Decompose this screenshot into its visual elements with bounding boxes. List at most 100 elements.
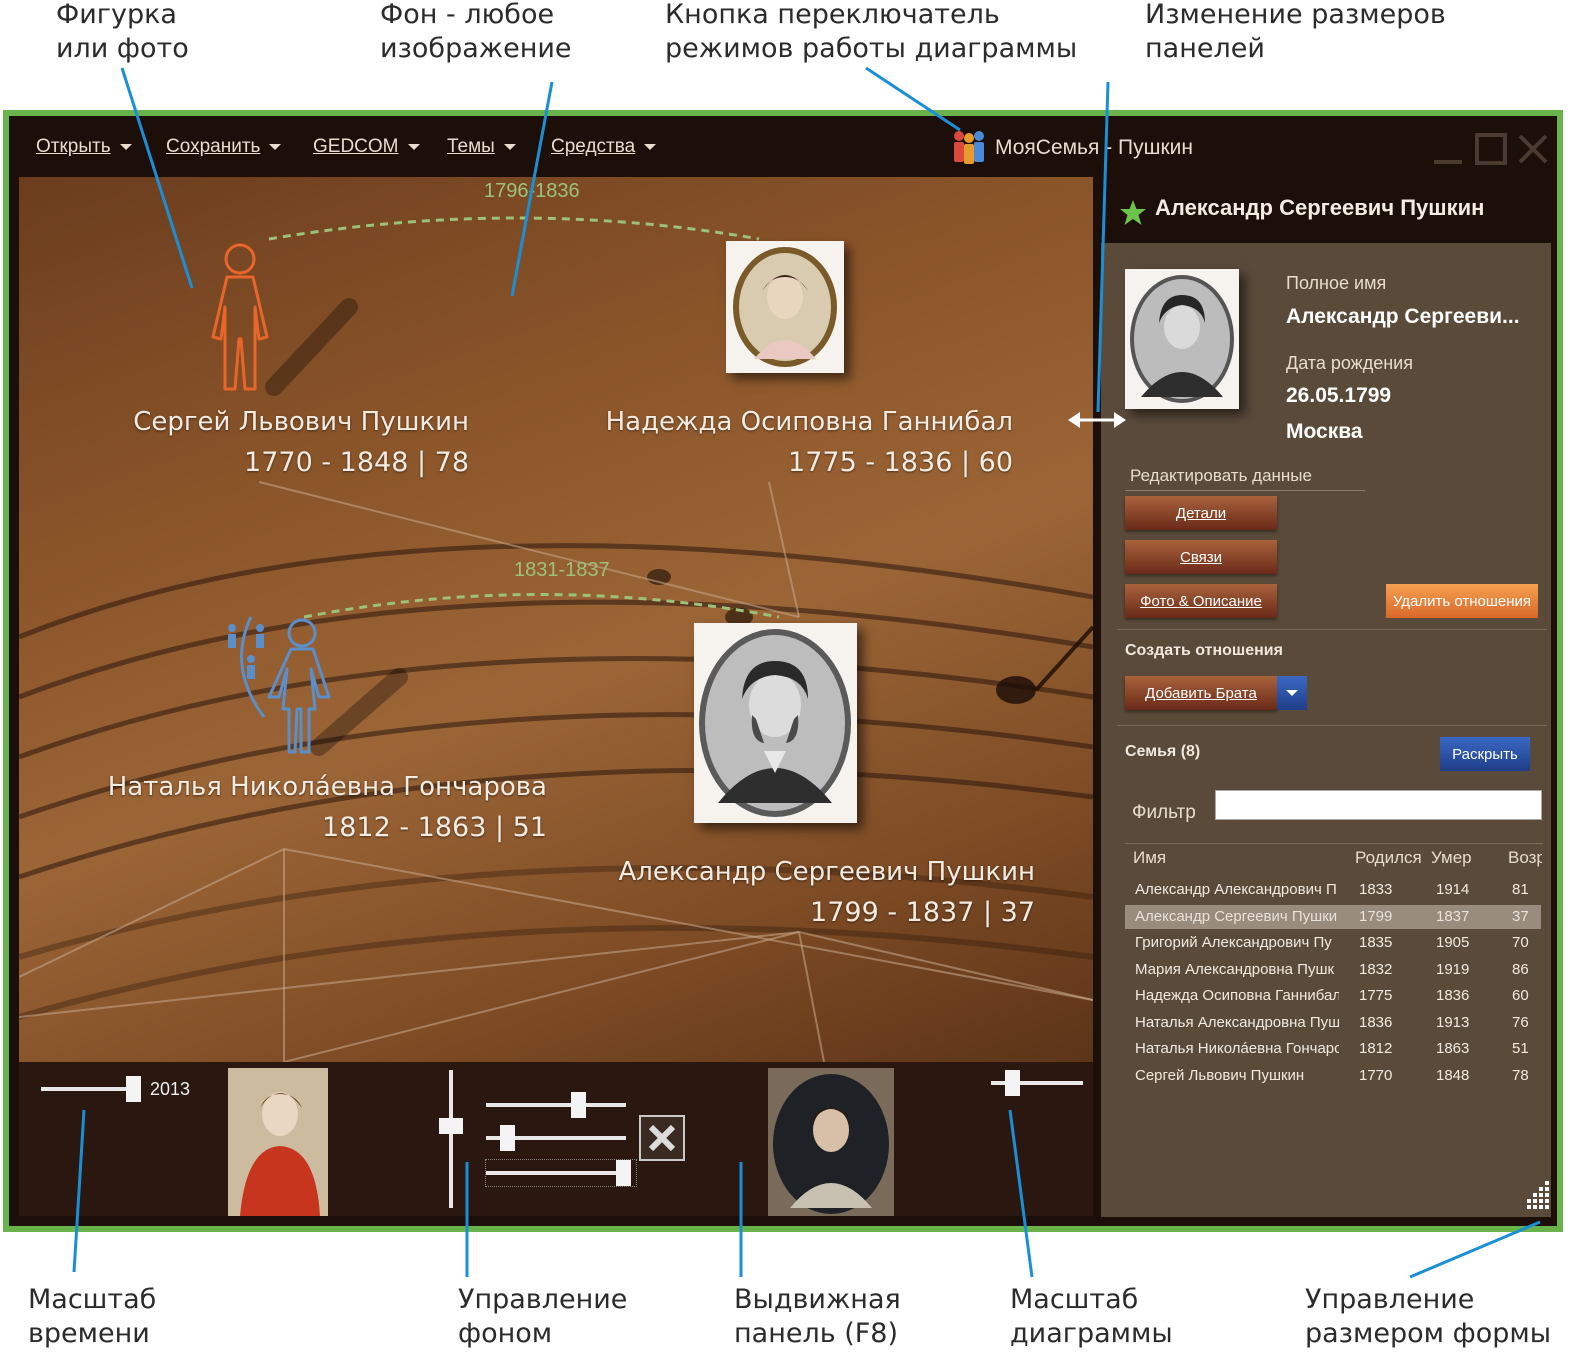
create-relations-label: Создать отношения bbox=[1125, 642, 1283, 659]
diagram-canvas[interactable]: 1796-1836 1831-1837 Сергей Львович Пушки… bbox=[19, 177, 1093, 1062]
table-row[interactable]: Наталья Николáевна Гончарс 1812 1863 51 bbox=[1125, 1037, 1541, 1061]
portrait-photo[interactable] bbox=[726, 241, 844, 373]
slider-thumb[interactable] bbox=[439, 1118, 463, 1134]
details-panel: Александр Сергеевич Пушкин Полное имя Ал… bbox=[1101, 177, 1551, 1217]
time-scale-slider[interactable] bbox=[41, 1076, 141, 1102]
person-name: Сергей Львович Пушкин bbox=[133, 407, 469, 437]
cell-name: Мария Александровна Пушк bbox=[1135, 960, 1335, 978]
annotation-form-size: Управление размером формы bbox=[1305, 1284, 1552, 1349]
menu-tools-label: Средства bbox=[551, 136, 636, 157]
delete-relations-button[interactable]: Удалить отношения bbox=[1386, 584, 1538, 618]
resize-grip-icon[interactable] bbox=[1525, 1177, 1551, 1217]
person-dates: 1770 - 1848 | 78 bbox=[244, 447, 469, 478]
table-row[interactable]: Григорий Александрович Пу 1835 1905 70 bbox=[1125, 931, 1541, 955]
cell-died: 1848 bbox=[1436, 1066, 1470, 1084]
slider-thumb[interactable] bbox=[1005, 1070, 1020, 1096]
details-portrait[interactable] bbox=[1125, 269, 1239, 409]
person-node[interactable]: Наталья Николáевна Гончарова 1812 - 1863… bbox=[59, 772, 547, 852]
cell-age: 51 bbox=[1512, 1040, 1529, 1057]
clear-background-button[interactable] bbox=[639, 1115, 685, 1161]
marriage-span-1: 1796-1836 bbox=[484, 180, 580, 202]
cell-age: 70 bbox=[1512, 934, 1529, 951]
chevron-down-icon bbox=[644, 143, 657, 150]
menu-tools[interactable]: Средства bbox=[551, 136, 657, 158]
column-header-name[interactable]: Имя bbox=[1133, 848, 1166, 868]
expand-button[interactable]: Раскрыть bbox=[1440, 737, 1530, 771]
add-relation-dropdown[interactable] bbox=[1277, 676, 1307, 710]
thumbnail-image bbox=[773, 1074, 889, 1214]
menu-gedcom[interactable]: GEDCOM bbox=[313, 136, 420, 158]
links-button[interactable]: Связи bbox=[1125, 540, 1277, 574]
annotation-diagram-scale: Масштаб диаграммы bbox=[1010, 1284, 1173, 1349]
thumbnail-photo[interactable] bbox=[228, 1068, 328, 1216]
portrait-image bbox=[699, 629, 851, 817]
table-row[interactable]: Надежда Осиповна Ганнибал 1775 1836 60 bbox=[1125, 984, 1541, 1008]
person-dates: 1799 - 1837 | 37 bbox=[810, 897, 1035, 928]
column-header-died[interactable]: Умер bbox=[1431, 848, 1472, 868]
star-icon[interactable] bbox=[1119, 199, 1147, 227]
close-icon[interactable] bbox=[1516, 132, 1550, 166]
mode-switch-button[interactable] bbox=[949, 128, 989, 168]
portrait-image bbox=[1130, 275, 1234, 403]
details-person-name: Александр Сергеевич Пушкин bbox=[1155, 195, 1485, 220]
panel-resize-handle-icon[interactable] bbox=[1066, 408, 1128, 432]
menu-save-label: Сохранить bbox=[166, 136, 261, 157]
cell-died: 1837 bbox=[1436, 907, 1470, 925]
portrait-photo[interactable] bbox=[694, 623, 857, 823]
edit-data-label: Редактировать данные bbox=[1130, 466, 1312, 485]
filter-input[interactable] bbox=[1215, 790, 1542, 820]
table-row[interactable]: Сергей Львович Пушкин 1770 1848 78 bbox=[1125, 1064, 1541, 1088]
slider-track bbox=[449, 1070, 453, 1208]
filter-label: Фильтр bbox=[1132, 802, 1196, 823]
cell-born: 1832 bbox=[1359, 960, 1393, 978]
bg-slider-1[interactable] bbox=[486, 1092, 626, 1118]
cell-age: 60 bbox=[1512, 987, 1529, 1004]
birth-date-label: Дата рождения bbox=[1286, 353, 1413, 373]
menu-gedcom-label: GEDCOM bbox=[313, 136, 399, 157]
person-node[interactable]: Сергей Львович Пушкин 1770 - 1848 | 78 bbox=[79, 407, 469, 487]
cell-name: Григорий Александрович Пу bbox=[1135, 934, 1332, 951]
cell-born: 1775 bbox=[1359, 987, 1393, 1004]
table-row[interactable]: Александр Александрович П 1833 1914 81 bbox=[1125, 878, 1541, 902]
column-header-age[interactable]: Возр bbox=[1508, 848, 1542, 868]
table-row[interactable]: Мария Александровна Пушк 1832 1919 86 bbox=[1125, 958, 1541, 982]
slider-thumb[interactable] bbox=[571, 1092, 586, 1118]
cell-age: 76 bbox=[1512, 1013, 1529, 1031]
table-row[interactable]: Александр Сергеевич Пушки 1799 1837 37 bbox=[1125, 904, 1541, 929]
diagram-scale-slider[interactable] bbox=[991, 1070, 1083, 1096]
bg-slider-2[interactable] bbox=[486, 1125, 626, 1151]
bg-vertical-slider[interactable] bbox=[439, 1070, 463, 1208]
person-node[interactable]: Надежда Осиповна Ганнибал 1775 - 1836 | … bbox=[579, 407, 1013, 487]
menu-open[interactable]: Открыть bbox=[36, 136, 132, 158]
close-icon bbox=[648, 1124, 676, 1152]
menu-save[interactable]: Сохранить bbox=[166, 136, 282, 158]
maximize-icon[interactable] bbox=[1474, 132, 1508, 166]
cell-age: 81 bbox=[1512, 881, 1529, 898]
family-table: Имя Родился Умер Возр Александр Александ… bbox=[1125, 843, 1543, 1216]
cell-born: 1812 bbox=[1359, 1040, 1393, 1057]
annotation-time-scale: Масштаб времени bbox=[28, 1284, 157, 1349]
slider-thumb[interactable] bbox=[616, 1160, 631, 1186]
table-row[interactable]: Наталья Александровна Пуш 1836 1913 76 bbox=[1125, 1011, 1541, 1035]
slider-thumb[interactable] bbox=[500, 1125, 515, 1151]
menu-themes[interactable]: Темы bbox=[447, 136, 516, 158]
person-dates: 1812 - 1863 | 51 bbox=[322, 812, 547, 843]
cell-died: 1863 bbox=[1436, 1040, 1470, 1057]
photo-description-button[interactable]: Фото & Описание bbox=[1125, 584, 1277, 618]
cell-age: 37 bbox=[1512, 907, 1529, 925]
slider-thumb[interactable] bbox=[126, 1076, 141, 1102]
male-figure-icon[interactable] bbox=[211, 243, 358, 396]
cell-born: 1836 bbox=[1359, 1013, 1393, 1031]
cell-name: Александр Александрович П bbox=[1135, 881, 1337, 898]
cell-name: Надежда Осиповна Ганнибал bbox=[1135, 987, 1339, 1004]
person-node[interactable]: Александр Сергеевич Пушкин 1799 - 1837 |… bbox=[579, 857, 1035, 937]
annotation-panel-resize: Изменение размеров панелей bbox=[1145, 0, 1446, 64]
add-sibling-button[interactable]: Добавить Брата bbox=[1125, 676, 1277, 710]
cell-born: 1799 bbox=[1359, 907, 1393, 925]
bg-slider-3[interactable] bbox=[485, 1159, 637, 1187]
cell-died: 1919 bbox=[1436, 960, 1470, 978]
details-button[interactable]: Детали bbox=[1125, 496, 1277, 530]
thumbnail-photo[interactable] bbox=[768, 1068, 894, 1216]
minimize-icon[interactable] bbox=[1431, 132, 1465, 166]
column-header-born[interactable]: Родился bbox=[1355, 848, 1422, 868]
